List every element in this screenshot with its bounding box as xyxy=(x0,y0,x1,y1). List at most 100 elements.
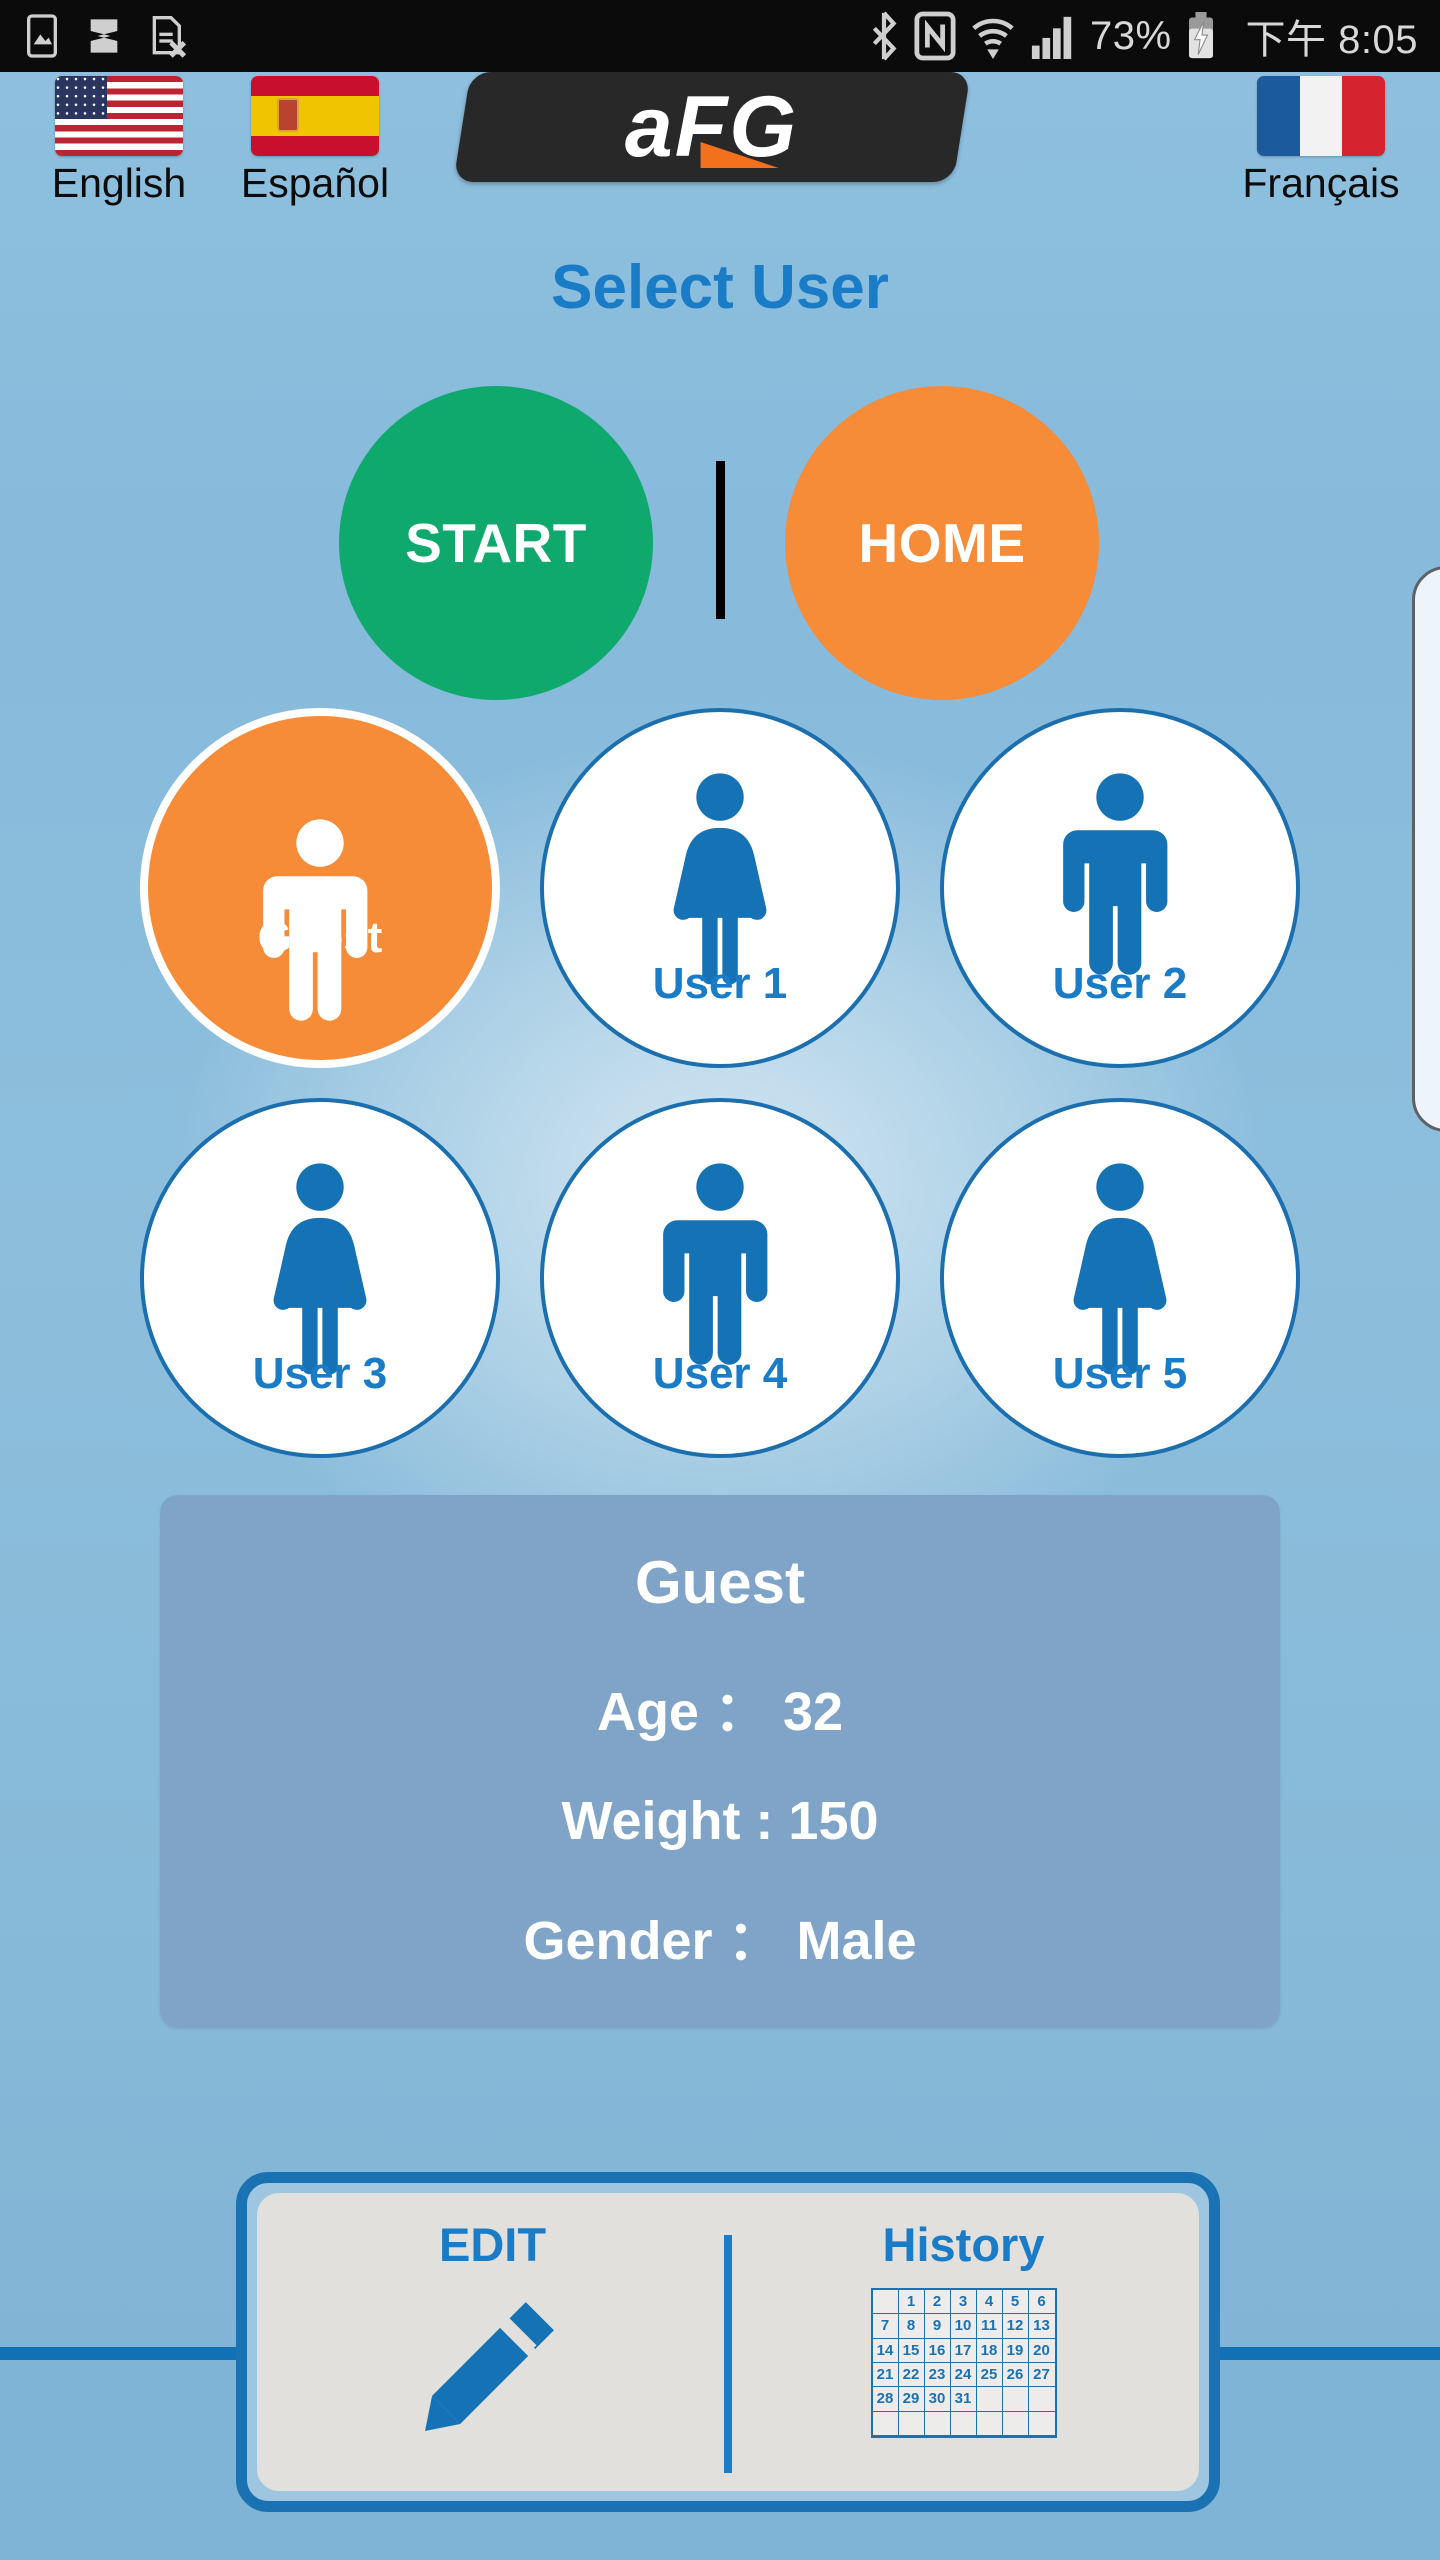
info-weight: Weight : 150 xyxy=(561,1791,879,1851)
edit-button[interactable]: EDIT xyxy=(257,2193,728,2491)
calendar-day-cell: 26 xyxy=(1002,2363,1029,2388)
calendar-day-cell xyxy=(976,2387,1003,2412)
user-label-user-4: User 4 xyxy=(652,1349,788,1399)
language-option-french[interactable]: Français xyxy=(1206,76,1436,207)
calendar-day-cell: 1 xyxy=(898,2290,925,2315)
language-label-spanish: Español xyxy=(240,160,390,206)
user-label-user-1: User 1 xyxy=(652,959,788,1009)
calendar-day-cell: 20 xyxy=(1028,2339,1055,2363)
app-screen: 73% 下午 8:05 English Español Français aFG… xyxy=(0,0,1440,2560)
calendar-day-cell xyxy=(950,2411,977,2436)
user-info-panel: Guest Age ： 32 Weight : 150 Gender ： Mal… xyxy=(160,1495,1280,2028)
calendar-day-cell: 2 xyxy=(924,2290,951,2315)
user-option-user-2[interactable]: User 2 xyxy=(940,708,1300,1068)
us-flag-icon xyxy=(55,76,183,156)
calendar-day-cell: 15 xyxy=(898,2338,925,2363)
calendar-day-cell: 27 xyxy=(1028,2363,1055,2388)
language-option-spanish[interactable]: Español xyxy=(200,76,430,207)
edit-label: EDIT xyxy=(438,2218,547,2271)
calendar-day-cell: 6 xyxy=(1028,2290,1055,2315)
nfc-icon xyxy=(914,11,956,61)
bluetooth-icon xyxy=(872,11,897,61)
user-option-user-3[interactable]: User 3 xyxy=(140,1098,500,1458)
user-option-user-4[interactable]: User 4 xyxy=(540,1098,900,1458)
calendar-day-cell: 5 xyxy=(1002,2290,1029,2315)
calendar-day-cell: 17 xyxy=(950,2338,977,2363)
user-option-guest[interactable]: Guest xyxy=(140,708,500,1068)
pencil-icon xyxy=(424,2302,554,2431)
signal-bars-icon xyxy=(1031,16,1072,59)
info-user-name: Guest xyxy=(634,1549,806,1616)
calendar-day-cell: 21 xyxy=(872,2363,899,2388)
calendar-day-cell xyxy=(976,2411,1003,2436)
calendar-day-cell: 4 xyxy=(976,2290,1003,2315)
battery-percent-label: 73% xyxy=(1089,13,1172,58)
male-avatar-icon xyxy=(1063,773,1168,975)
calendar-day-cell xyxy=(1002,2387,1029,2412)
info-age: Age ： 32 xyxy=(596,1682,844,1742)
calendar-day-cell: 10 xyxy=(950,2314,977,2339)
action-divider xyxy=(716,461,725,619)
history-label: History xyxy=(882,2218,1045,2271)
calendar-day-cell: 19 xyxy=(1002,2338,1029,2363)
page-title: Select User xyxy=(551,253,889,322)
wifi-icon xyxy=(972,18,1014,59)
status-bar-left-icons xyxy=(22,13,186,59)
female-avatar-icon xyxy=(273,1163,367,1375)
spain-flag-icon xyxy=(251,76,379,156)
s-app-icon xyxy=(90,19,118,53)
calendar-day-cell xyxy=(1028,2412,1055,2436)
calendar-day-cell: 7 xyxy=(872,2314,899,2339)
calendar-day-cell: 28 xyxy=(872,2387,899,2412)
calendar-day-cell: 12 xyxy=(1002,2314,1029,2339)
info-gender: Gender ： Male xyxy=(523,1911,917,1971)
calendar-day-cell: 31 xyxy=(950,2387,977,2412)
calendar-day-cell: 23 xyxy=(924,2363,951,2388)
afg-logo-accent-icon xyxy=(700,142,779,168)
home-button[interactable]: HOME xyxy=(785,386,1099,700)
calendar-day-cell: 18 xyxy=(976,2338,1003,2363)
image-icon xyxy=(27,14,57,58)
calendar-day-cell: 3 xyxy=(950,2290,977,2315)
calendar-day-cell: 30 xyxy=(924,2387,951,2412)
afg-logo: aFG xyxy=(453,72,971,182)
calendar-day-cell xyxy=(872,2411,899,2436)
app-header: English Español Français aFG xyxy=(0,72,1440,224)
female-avatar-icon xyxy=(1073,1163,1167,1375)
calendar-day-cell: 24 xyxy=(950,2363,977,2388)
history-button[interactable]: History 1 2 3 4 5 6 7 8 9 10 11 12 13 14 15 16 17 18 19 20 2… xyxy=(728,2193,1199,2491)
calendar-day-cell: 11 xyxy=(976,2314,1003,2339)
calendar-day-cell: 29 xyxy=(898,2387,925,2412)
user-label-user-2: User 2 xyxy=(1052,959,1188,1009)
user-option-user-1[interactable]: User 1 xyxy=(540,708,900,1068)
calendar-icon: 1 2 3 4 5 6 7 8 9 10 11 12 13 14 15 16 17 18 19 20 21 22 23 24 2… xyxy=(870,2288,1057,2438)
bottom-action-bar: EDIT History 1 2 3 4 5 6 7 8 9 10 11 12 13 14 15 16 17 18… xyxy=(236,2172,1220,2512)
calendar-day-cell xyxy=(898,2411,925,2436)
status-bar-right-icons: 73% 下午 8:05 xyxy=(868,7,1418,65)
user-label-user-3: User 3 xyxy=(252,1349,388,1399)
calendar-day-cell: 14 xyxy=(872,2338,899,2363)
android-status-bar: 73% 下午 8:05 xyxy=(0,0,1440,72)
calendar-day-cell xyxy=(1002,2411,1029,2436)
france-flag-icon xyxy=(1257,76,1385,156)
calendar-day-cell: 9 xyxy=(924,2314,951,2339)
start-button[interactable]: START xyxy=(339,386,653,700)
user-selection-grid: Guest User 1 User 2 User 3 User 4 User 5 xyxy=(0,708,1440,1463)
calendar-day-cell xyxy=(872,2290,899,2315)
user-label-user-5: User 5 xyxy=(1052,1349,1188,1399)
calendar-day-cell: 13 xyxy=(1028,2314,1055,2339)
user-option-user-5[interactable]: User 5 xyxy=(940,1098,1300,1458)
female-avatar-icon xyxy=(673,773,767,985)
bottom-action-inner: EDIT History 1 2 3 4 5 6 7 8 9 10 11 12 13 14 15 16 17 18… xyxy=(257,2193,1199,2491)
calendar-day-cell: 16 xyxy=(924,2338,951,2363)
battery-charging-icon xyxy=(1188,12,1213,59)
calendar-day-cell: 25 xyxy=(976,2363,1003,2388)
calendar-day-cell xyxy=(1028,2387,1055,2412)
language-label-french: Français xyxy=(1242,160,1400,206)
language-label-english: English xyxy=(51,160,187,206)
bottom-bar-divider xyxy=(724,2235,732,2473)
calendar-day-cell: 22 xyxy=(898,2363,925,2388)
sim-card-off-icon xyxy=(152,16,186,58)
user-label-guest: Guest xyxy=(257,913,383,963)
calendar-day-cell xyxy=(924,2411,951,2436)
